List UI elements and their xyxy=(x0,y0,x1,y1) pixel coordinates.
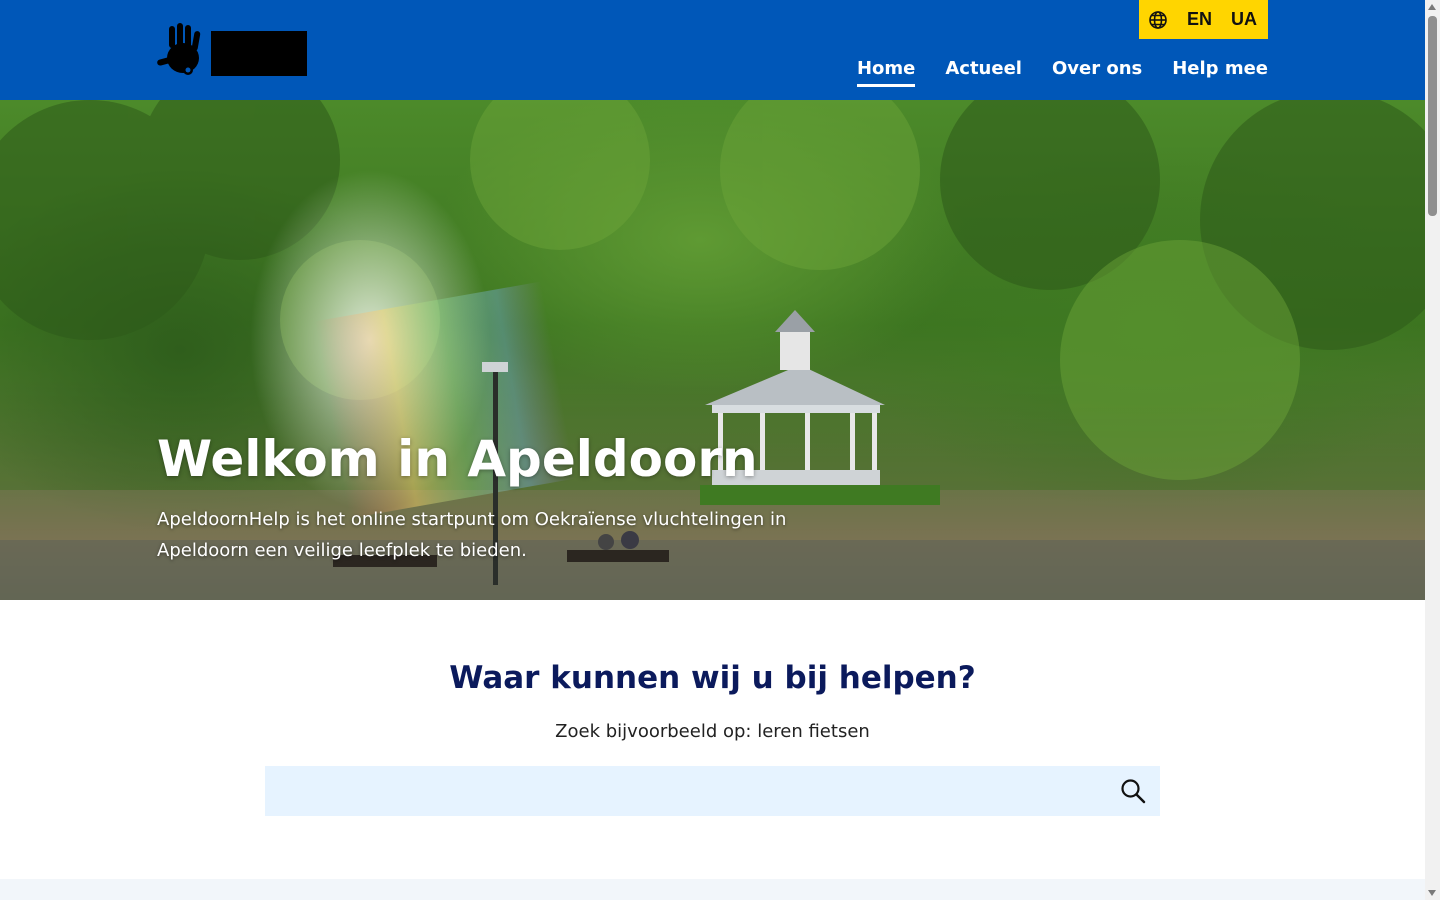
nav-home[interactable]: Home xyxy=(856,58,916,87)
globe-icon xyxy=(1149,10,1167,29)
search-input[interactable] xyxy=(265,766,1105,816)
language-switch: EN UA xyxy=(1139,0,1268,39)
nav-help-mee[interactable]: Help mee xyxy=(1172,58,1268,85)
hero-banner: Welkom in Apeldoorn ApeldoornHelp is het… xyxy=(0,100,1425,600)
language-ua-button[interactable]: UA xyxy=(1231,9,1257,30)
site-header: EN UA Home Actueel Over ons Help mee xyxy=(0,0,1425,100)
page-scrollbar[interactable] xyxy=(1425,0,1440,900)
hero-title: Welkom in Apeldoorn xyxy=(157,430,758,488)
search-box xyxy=(265,766,1160,816)
search-icon xyxy=(1121,779,1146,804)
scroll-up-arrow-icon[interactable] xyxy=(1428,4,1436,10)
search-button[interactable] xyxy=(1120,778,1146,804)
next-section-band xyxy=(0,879,1425,900)
language-en-button[interactable]: EN xyxy=(1187,9,1212,30)
main-nav: Home Actueel Over ons Help mee xyxy=(856,58,1268,87)
site-logo[interactable] xyxy=(157,22,307,78)
nav-actueel[interactable]: Actueel xyxy=(945,58,1022,85)
search-heading: Waar kunnen wij u bij helpen? xyxy=(449,660,976,696)
scroll-down-arrow-icon[interactable] xyxy=(1428,890,1436,896)
nav-over-ons[interactable]: Over ons xyxy=(1052,58,1142,85)
search-hint: Zoek bijvoorbeeld op: leren fietsen xyxy=(555,721,870,742)
scroll-thumb[interactable] xyxy=(1428,16,1437,216)
logo-wordmark xyxy=(211,31,307,76)
hand-logo-icon xyxy=(157,23,201,75)
hero-subtitle: ApeldoornHelp is het online startpunt om… xyxy=(157,509,787,561)
